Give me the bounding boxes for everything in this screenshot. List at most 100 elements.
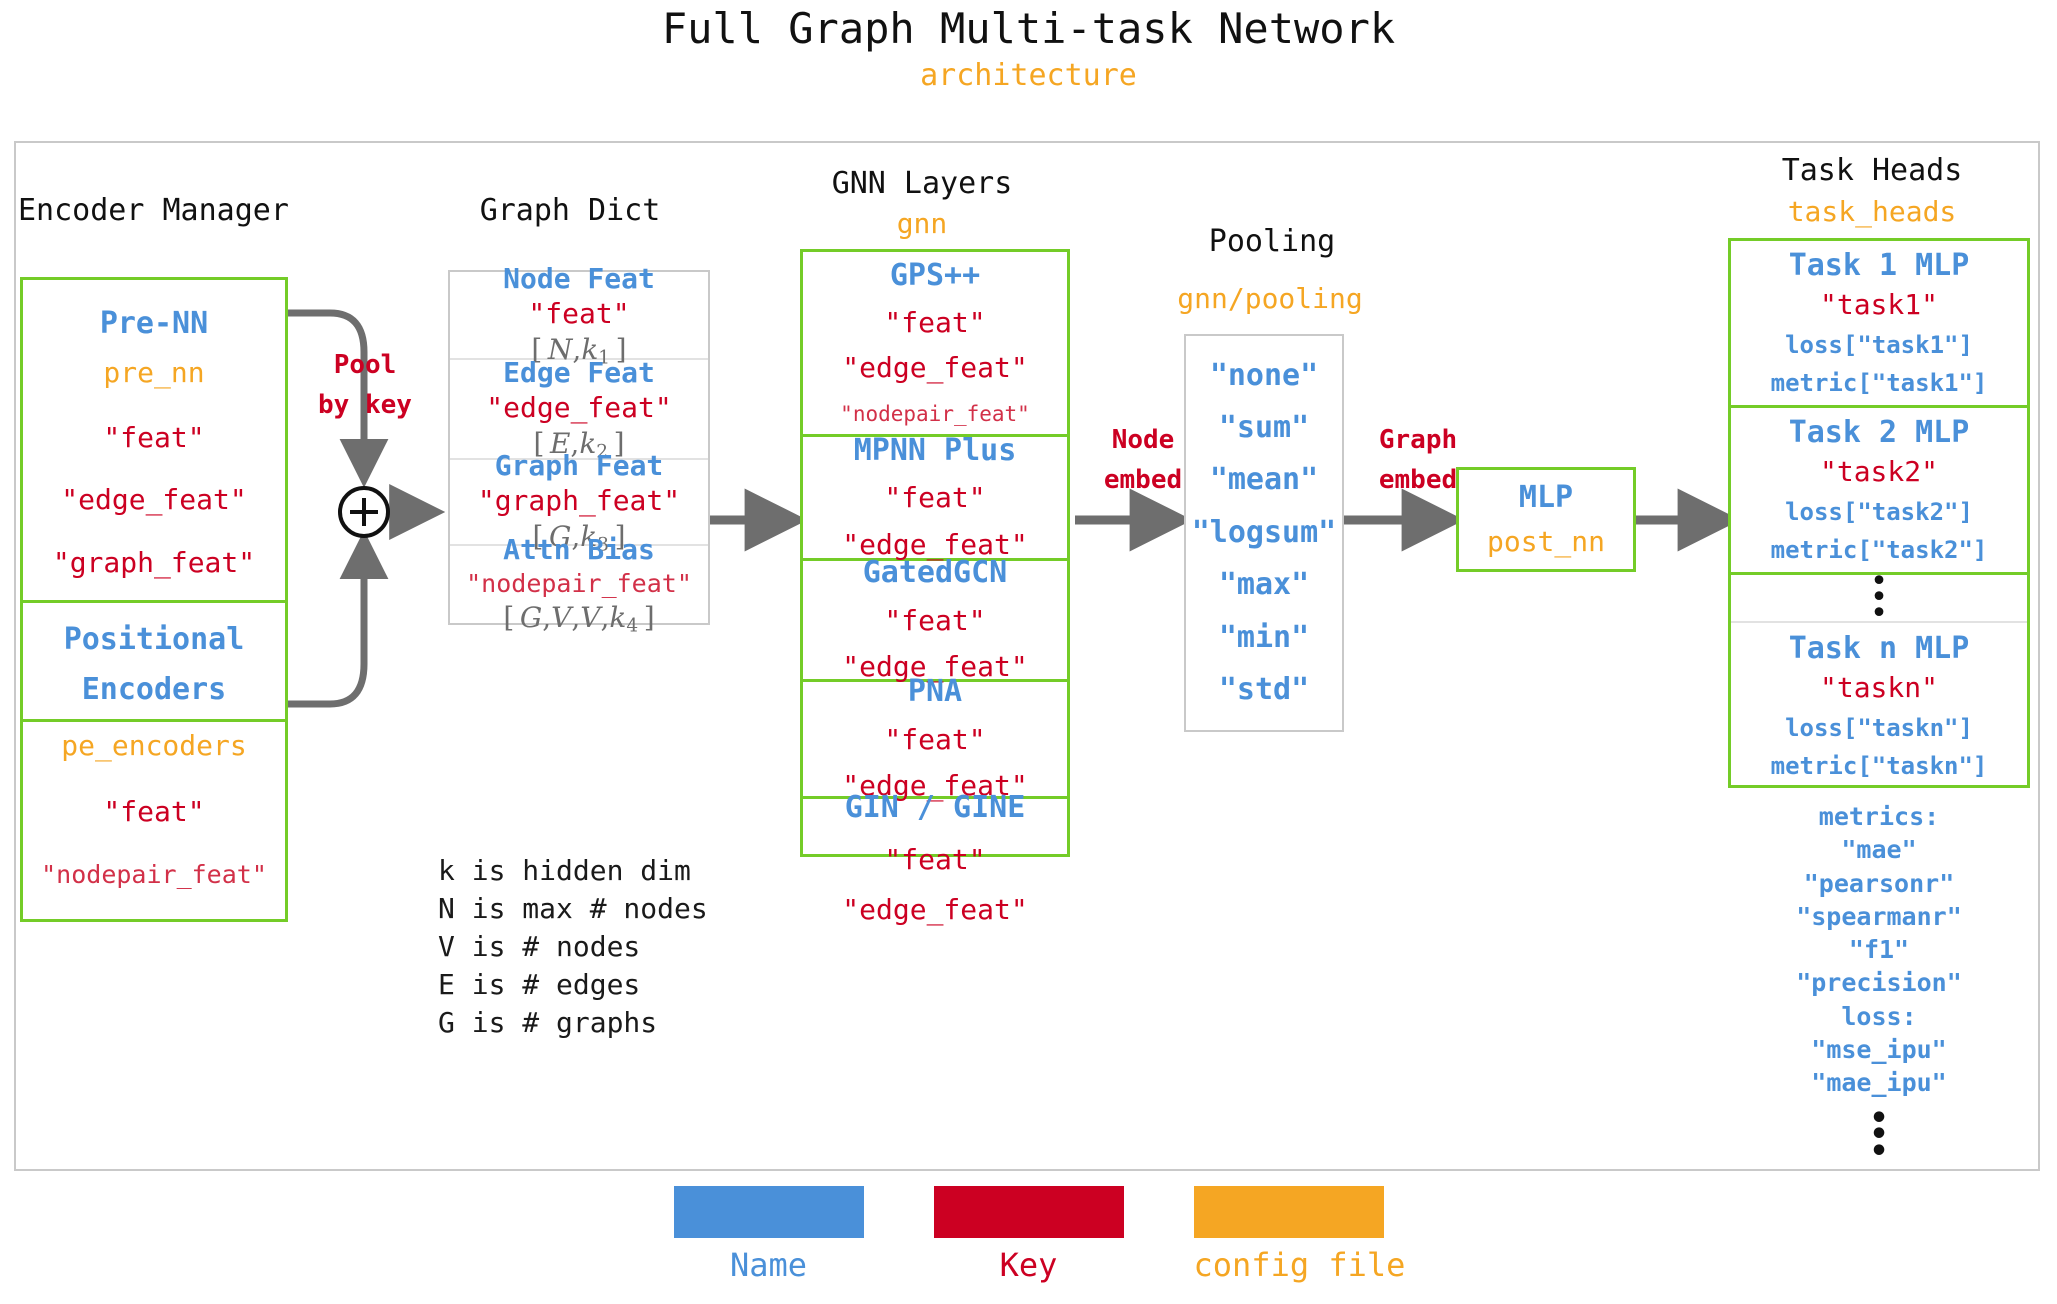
page-title: Full Graph Multi-task Network <box>661 4 1396 53</box>
metric-spearmanr: "spearmanr" <box>1796 901 1962 931</box>
page-subtitle: architecture <box>920 58 1137 93</box>
task1-metric: metric["task1"] <box>1770 369 1988 398</box>
pooling-option-logsum[interactable]: "logsum" <box>1192 514 1337 552</box>
vertical-dots-icon: • • • <box>1869 563 1889 632</box>
pool-by-key-line2: by key <box>318 390 412 421</box>
gnn-layers-heading: GNN Layers <box>831 166 1013 201</box>
pool-by-key-line1: Pool <box>333 350 397 380</box>
pooling-option-std[interactable]: "std" <box>1219 671 1309 709</box>
pna-key-feat: "feat" <box>884 722 986 756</box>
encoder-manager-heading: Encoder Manager <box>18 193 289 228</box>
legend-swatch-name <box>673 1186 864 1238</box>
task-heads-config: task_heads <box>1787 195 1957 228</box>
pooling-heading: Pooling <box>1208 224 1336 259</box>
gin-key-feat: "feat" <box>884 842 986 876</box>
metrics-list: metrics: "mae" "pearsonr" "spearmanr" "f… <box>1728 800 2030 1169</box>
gnn-layer-mpnn-plus[interactable]: MPNN Plus "feat" "edge_feat" <box>803 433 1067 561</box>
legend-label-key: Key <box>999 1246 1058 1284</box>
graph-dict-row[interactable]: Edge Feat "edge_feat" [ E,k2 ] <box>450 356 708 462</box>
pooling-config: gnn/pooling <box>1177 282 1363 315</box>
pooling-option-none[interactable]: "none" <box>1210 357 1318 395</box>
task-heads-box[interactable]: Task 1 MLP "task1" loss["task1"] metric[… <box>1728 238 2030 788</box>
pe-encoders-config: pe_encoders <box>61 729 247 762</box>
gnn-layers-box[interactable]: GPS++ "feat" "edge_feat" "nodepair_feat"… <box>800 249 1070 926</box>
metric-precision: "precision" <box>1796 968 1962 998</box>
task2-loss: loss["task2"] <box>1785 497 1973 526</box>
color-legend: Name Key config file <box>0 1186 2057 1284</box>
graph-feat-title: Graph Feat <box>494 448 664 482</box>
attn-bias-key: "nodepair_feat" <box>466 569 692 599</box>
gin-title: GIN / GINE <box>844 790 1026 826</box>
loss-mse-ipu: "mse_ipu" <box>1811 1034 1947 1064</box>
pooling-option-mean[interactable]: "mean" <box>1210 461 1318 499</box>
gps-key-edge-feat: "edge_feat" <box>842 351 1028 385</box>
gps-title: GPS++ <box>889 258 981 294</box>
mpnn-title: MPNN Plus <box>853 432 1017 468</box>
gatedgcn-title: GatedGCN <box>862 555 1008 591</box>
task2-key: "task2" <box>1819 455 1938 489</box>
gnn-layers-config: gnn <box>896 207 948 240</box>
pre-nn-block[interactable]: Pre-NN pre_nn "feat" "edge_feat" "graph_… <box>23 280 285 603</box>
dim-legend-text: k is hidden dim N is max # nodes V is # … <box>438 854 708 1040</box>
taskn-key: "taskn" <box>1819 671 1938 705</box>
pooling-box[interactable]: "none" "sum" "mean" "logsum" "max" "min"… <box>1184 334 1344 732</box>
legend-swatch-config <box>1193 1186 1384 1238</box>
attn-bias-dim: [ G,V,V,k4 ] <box>503 600 655 637</box>
legend-item-key: Key <box>933 1186 1124 1284</box>
gps-key-nodepair-feat: "nodepair_feat" <box>840 402 1030 427</box>
pool-by-key-label: Pool by key <box>300 345 430 426</box>
post-mlp-title: MLP <box>1518 480 1574 516</box>
gnn-layer-gin-gine[interactable]: GIN / GINE "feat" "edge_feat" <box>803 790 1067 926</box>
edge-feat-title: Edge Feat <box>503 355 655 389</box>
pre-nn-key-edge-feat: "edge_feat" <box>61 483 247 517</box>
legend-label-name: Name <box>729 1246 808 1284</box>
pre-nn-config: pre_nn <box>103 356 205 390</box>
metrics-vertical-dots-icon: • • • <box>1869 1101 1889 1169</box>
task-head-1[interactable]: Task 1 MLP "task1" loss["task1"] metric[… <box>1731 241 2027 408</box>
task-head-2[interactable]: Task 2 MLP "task2" loss["task2"] metric[… <box>1731 408 2027 575</box>
pna-title: PNA <box>907 674 963 710</box>
pre-nn-title: Pre-NN <box>99 306 209 342</box>
gnn-layer-gatedgcn[interactable]: GatedGCN "feat" "edge_feat" <box>803 555 1067 683</box>
mpnn-key-feat: "feat" <box>884 481 986 515</box>
task1-loss: loss["task1"] <box>1785 330 1973 359</box>
pe-key-feat: "feat" <box>103 795 205 829</box>
gatedgcn-key-feat: "feat" <box>884 603 986 637</box>
loss-mae-ipu: "mae_ipu" <box>1811 1068 1947 1097</box>
metrics-label: metrics: <box>1818 802 1940 831</box>
graph-dict-row[interactable]: Attn Bias "nodepair_feat" [ G,V,V,k4 ] <box>450 533 708 636</box>
encoder-manager-box[interactable]: Pre-NN pre_nn "feat" "edge_feat" "graph_… <box>20 277 288 722</box>
metric-f1: "f1" <box>1848 935 1910 964</box>
positional-encoders-detail[interactable]: pe_encoders "feat" "nodepair_feat" <box>20 722 288 922</box>
gnn-layer-gpspp[interactable]: GPS++ "feat" "edge_feat" "nodepair_feat" <box>803 252 1067 437</box>
taskn-loss: loss["taskn"] <box>1785 713 1973 742</box>
pe-key-nodepair-feat: "nodepair_feat" <box>41 859 267 889</box>
node-feat-title: Node Feat <box>503 261 655 295</box>
taskn-title: Task n MLP <box>1788 630 1970 666</box>
positional-encoders-block[interactable]: Positional Encoders <box>23 603 285 719</box>
pooling-option-sum[interactable]: "sum" <box>1219 409 1309 447</box>
legend-item-config: config file <box>1193 1186 1406 1284</box>
legend-label-config: config file <box>1193 1246 1406 1284</box>
attn-bias-title: Attn Bias <box>503 533 655 567</box>
graph-dict-box[interactable]: Node Feat "feat" [ N,k1 ] Edge Feat "edg… <box>448 262 710 636</box>
pooling-option-min[interactable]: "min" <box>1219 619 1309 657</box>
task1-title: Task 1 MLP <box>1788 247 1970 283</box>
task-head-n[interactable]: Task n MLP "taskn" loss["taskn"] metric[… <box>1731 623 2027 789</box>
task2-metric: metric["task2"] <box>1770 536 1988 565</box>
positional-encoders-title-line2: Encoders <box>81 672 227 708</box>
node-feat-key: "feat" <box>528 297 630 331</box>
loss-label: loss: <box>1841 1001 1917 1031</box>
task-heads-heading: Task Heads <box>1781 153 1963 188</box>
graph-feat-key: "graph_feat" <box>477 484 681 518</box>
post-mlp-config: post_nn <box>1486 524 1605 558</box>
post-mlp-box[interactable]: MLP post_nn <box>1456 467 1636 572</box>
task2-title: Task 2 MLP <box>1788 414 1970 450</box>
graph-dict-row[interactable]: Node Feat "feat" [ N,k1 ] <box>450 262 708 368</box>
pre-nn-key-feat: "feat" <box>103 420 205 454</box>
task1-key: "task1" <box>1819 288 1938 322</box>
graph-dict-heading: Graph Dict <box>479 193 661 228</box>
gnn-layer-pna[interactable]: PNA "feat" "edge_feat" <box>803 674 1067 802</box>
pre-nn-key-graph-feat: "graph_feat" <box>52 545 256 579</box>
pooling-option-max[interactable]: "max" <box>1219 566 1309 604</box>
